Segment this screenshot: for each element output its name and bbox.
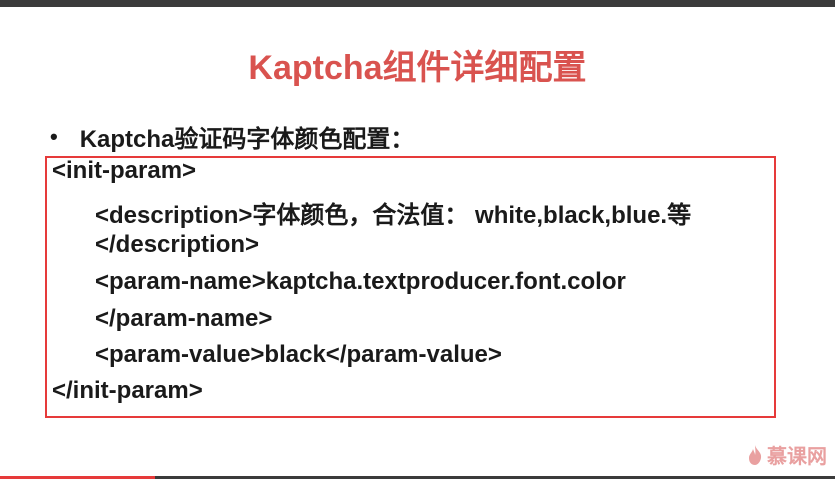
bullet-marker: • (50, 123, 58, 149)
flame-icon (749, 444, 762, 465)
top-bar (0, 0, 835, 7)
code-line: <param-name>kaptcha.textproducer.font.co… (95, 268, 626, 295)
code-line: </description> (95, 231, 260, 258)
slide-title: Kaptcha组件详细配置 (248, 49, 587, 87)
code-line: <description>字体颜色，合法值： white,black,blue.… (95, 202, 692, 229)
code-line: </param-name> (95, 305, 273, 332)
bullet-item: • Kaptcha验证码字体颜色配置： (50, 119, 414, 154)
code-line: </init-param> (52, 377, 203, 404)
bullet-text: Kaptcha验证码字体颜色配置： (79, 126, 415, 153)
logo-text: 慕课网 (767, 444, 827, 468)
code-line: <param-value>black</param-value> (95, 341, 502, 368)
brand-logo: 慕课网 (747, 440, 827, 469)
code-line: <init-param> (52, 157, 197, 184)
